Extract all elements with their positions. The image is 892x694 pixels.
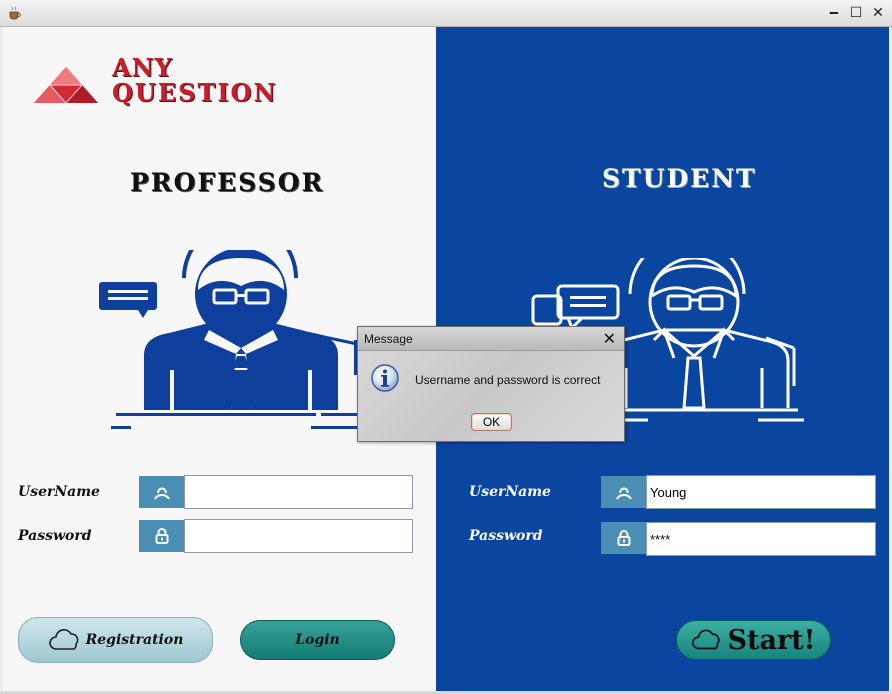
- message-dialog: Message ✕ Username and password is corre…: [357, 326, 625, 442]
- logo-line2: QUESTION: [112, 78, 278, 107]
- window-titlebar: 🗕 ☐ ✕: [0, 0, 892, 27]
- student-lock-icon-box: [601, 522, 646, 554]
- cloud-icon: [692, 629, 721, 650]
- student-password-input[interactable]: ****: [646, 522, 876, 556]
- info-icon: [371, 364, 399, 392]
- professor-password-input[interactable]: [184, 519, 413, 553]
- professor-heading: PROFESSOR: [130, 168, 325, 197]
- coffee-cup-icon: [8, 6, 22, 25]
- professor-username-input[interactable]: [184, 475, 413, 509]
- close-button[interactable]: ✕: [869, 4, 887, 22]
- student-heading: STUDENT: [602, 164, 757, 193]
- dialog-message: Username and password is correct: [415, 373, 601, 387]
- ok-button[interactable]: OK: [471, 413, 512, 431]
- student-username-input[interactable]: Young: [646, 475, 876, 509]
- professor-lock-icon-box: [139, 520, 184, 552]
- triangle-logo-icon: [34, 67, 98, 103]
- logo-line1: ANY: [112, 53, 173, 82]
- student-password-label: Password: [469, 528, 543, 544]
- user-icon: [153, 487, 170, 500]
- login-label: Login: [295, 632, 340, 648]
- professor-password-label: Password: [18, 528, 92, 544]
- start-label: Start!: [727, 624, 816, 656]
- lock-icon: [155, 528, 168, 544]
- app-logo: ANY QUESTION: [34, 55, 374, 105]
- student-user-icon-box: [601, 476, 646, 508]
- start-button[interactable]: Start!: [676, 620, 831, 660]
- professor-illustration: [99, 250, 361, 429]
- dialog-title: Message: [364, 332, 413, 346]
- cloud-icon: [48, 629, 78, 650]
- maximize-button[interactable]: ☐: [847, 4, 865, 22]
- minimize-button[interactable]: 🗕: [825, 4, 843, 22]
- logo-wordmark: ANY QUESTION: [112, 55, 277, 105]
- user-icon: [615, 487, 632, 500]
- professor-username-label: UserName: [18, 484, 100, 500]
- registration-label: Registration: [85, 632, 184, 648]
- dialog-titlebar[interactable]: Message ✕: [358, 327, 624, 351]
- professor-user-icon-box: [139, 476, 184, 508]
- student-username-label: UserName: [469, 484, 551, 500]
- dialog-close-button[interactable]: ✕: [603, 329, 616, 348]
- registration-button[interactable]: Registration: [18, 617, 213, 663]
- login-button[interactable]: Login: [240, 620, 395, 660]
- lock-icon: [617, 530, 630, 546]
